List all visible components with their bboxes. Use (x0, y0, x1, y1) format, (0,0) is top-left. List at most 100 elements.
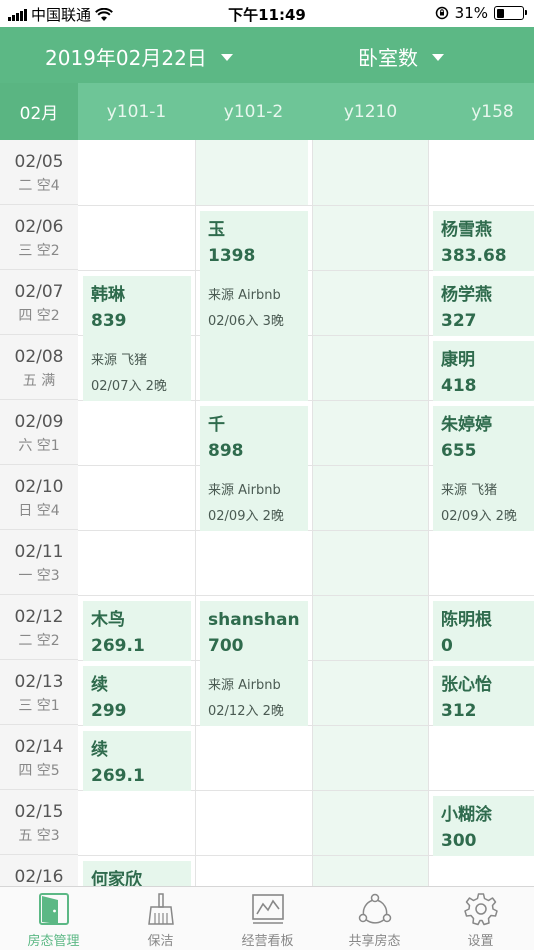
booking-price: 383.68 (441, 246, 507, 266)
guest-name: 千 (208, 415, 225, 435)
date-row-0214: 02/14 四 空5 (0, 725, 78, 790)
booking-card[interactable]: 续 269.1 (83, 731, 191, 791)
booking-card[interactable]: 何家欣 (83, 861, 191, 886)
room-sort-selector[interactable]: 卧室数 (358, 42, 444, 71)
date-row-0215: 02/15 五 空3 (0, 790, 78, 855)
booking-card[interactable]: 杨雪燕 383.68 (433, 211, 534, 271)
booking-stay: 02/07入 2晚 (91, 379, 167, 394)
booking-source: 来源 Airbnb (208, 678, 281, 693)
battery-percent: 31% (454, 4, 488, 22)
booking-source: 来源 飞猪 (441, 483, 498, 498)
date-row-0210: 02/10 日 空4 (0, 465, 78, 530)
booking-price: 300 (441, 831, 477, 851)
booking-source: 来源 Airbnb (208, 288, 281, 303)
caret-down-icon (432, 54, 444, 61)
booking-card[interactable]: shanshan 700 来源 Airbnb 02/12入 2晚 (200, 601, 308, 726)
date-label: 02/05 (14, 152, 64, 172)
grid-line (428, 140, 429, 886)
booking-price: 1398 (208, 246, 256, 266)
booking-price: 269.1 (91, 766, 145, 786)
room-column-y101-2[interactable]: y101-2 (195, 83, 312, 140)
room-column-y101-1[interactable]: y101-1 (78, 83, 195, 140)
room-calendar-grid: 02/05 二 空4 02/06 三 空2 02/07 四 空2 02/08 五 满 0… (0, 140, 534, 886)
booking-card[interactable]: 杨学燕 327 (433, 276, 534, 336)
guest-name: 续 (91, 740, 108, 760)
guest-name: 康明 (441, 350, 475, 370)
grid-line (195, 140, 196, 886)
closed-room-column[interactable] (313, 140, 428, 886)
closed-cell[interactable] (196, 140, 308, 205)
booking-stay: 02/09入 2晚 (208, 509, 284, 524)
broom-icon (147, 893, 174, 925)
booking-price: 312 (441, 701, 477, 721)
vacancy-label: 二 空2 (18, 633, 60, 649)
gear-icon (463, 893, 498, 926)
booking-price: 269.1 (91, 636, 145, 656)
date-row-0206: 02/06 三 空2 (0, 205, 78, 270)
date-row-0213: 02/13 三 空1 (0, 660, 78, 725)
booking-price: 898 (208, 441, 244, 461)
tab-business-dashboard[interactable]: 经营看板 (214, 887, 321, 950)
tab-label: 设置 (467, 934, 494, 949)
booking-card[interactable]: 玉 1398 来源 Airbnb 02/06入 3晚 (200, 211, 308, 401)
date-selector[interactable]: 2019年02月22日 (45, 42, 233, 71)
door-icon (38, 893, 69, 925)
vacancy-label: 五 满 (22, 373, 56, 389)
vacancy-label: 六 空1 (18, 438, 60, 454)
date-row-0205: 02/05 二 空4 (0, 140, 78, 205)
booking-stay: 02/09入 2晚 (441, 509, 517, 524)
booking-card[interactable]: 陈明根 0 (433, 601, 534, 661)
share-icon (358, 893, 391, 924)
booking-price: 418 (441, 376, 477, 396)
booking-card[interactable]: 续 299 (83, 666, 191, 726)
guest-name: 韩琳 (91, 285, 125, 305)
month-label: 02月 (0, 83, 78, 140)
booking-price: 0 (441, 636, 453, 656)
booking-stay: 02/06入 3晚 (208, 314, 284, 329)
booking-card[interactable]: 康明 418 (433, 341, 534, 401)
guest-name: 杨学燕 (441, 285, 492, 305)
tab-label: 共享房态 (348, 934, 401, 949)
status-right: 31% (435, 4, 527, 22)
booking-card[interactable]: 朱婷婷 655 来源 飞猪 02/09入 2晚 (433, 406, 534, 531)
date-label: 02/08 (14, 347, 64, 367)
tab-label: 房态管理 (27, 934, 80, 949)
booking-card[interactable]: 韩琳 839 来源 飞猪 02/07入 2晚 (83, 276, 191, 401)
booking-card[interactable]: 千 898 来源 Airbnb 02/09入 2晚 (200, 406, 308, 531)
date-label: 02/13 (14, 672, 64, 692)
date-label: 02/14 (14, 737, 64, 757)
grid-line (78, 205, 534, 206)
vacancy-label: 三 空2 (18, 243, 60, 259)
chart-board-icon (251, 894, 284, 924)
orientation-lock-icon (435, 6, 448, 20)
room-column-header: 02月 y101-1 y101-2 y1210 y158 (0, 83, 534, 140)
date-row-0209: 02/09 六 空1 (0, 400, 78, 465)
date-label: 02/09 (14, 412, 64, 432)
booking-stay: 02/12入 2晚 (208, 704, 284, 719)
guest-name: 续 (91, 675, 108, 695)
tab-room-status[interactable]: 房态管理 (0, 887, 107, 950)
room-column-y158[interactable]: y158 (429, 83, 534, 140)
booking-card[interactable]: 木鸟 269.1 (83, 601, 191, 661)
vacancy-label: 一 空3 (18, 568, 60, 584)
tab-cleaning[interactable]: 保洁 (107, 887, 214, 950)
room-column-y1210[interactable]: y1210 (312, 83, 429, 140)
guest-name: 何家欣 (91, 870, 142, 886)
booking-card[interactable]: 小糊涂 300 (433, 796, 534, 856)
date-label: 02/12 (14, 607, 64, 627)
vacancy-label: 四 空5 (18, 763, 60, 779)
guest-name: 张心怡 (441, 675, 492, 695)
room-sort-label: 卧室数 (358, 46, 418, 70)
date-row-0211: 02/11 一 空3 (0, 530, 78, 595)
vacancy-label: 二 空4 (18, 178, 60, 194)
booking-price: 299 (91, 701, 127, 721)
date-label: 02/07 (14, 282, 64, 302)
guest-name: 杨雪燕 (441, 220, 492, 240)
tab-settings[interactable]: 设置 (427, 887, 534, 950)
tab-shared-status[interactable]: 共享房态 (321, 887, 428, 950)
battery-icon (494, 6, 527, 20)
vacancy-label: 三 空1 (18, 698, 60, 714)
date-label: 02/15 (14, 802, 64, 822)
booking-card[interactable]: 张心怡 312 (433, 666, 534, 726)
booking-price: 700 (208, 636, 244, 656)
